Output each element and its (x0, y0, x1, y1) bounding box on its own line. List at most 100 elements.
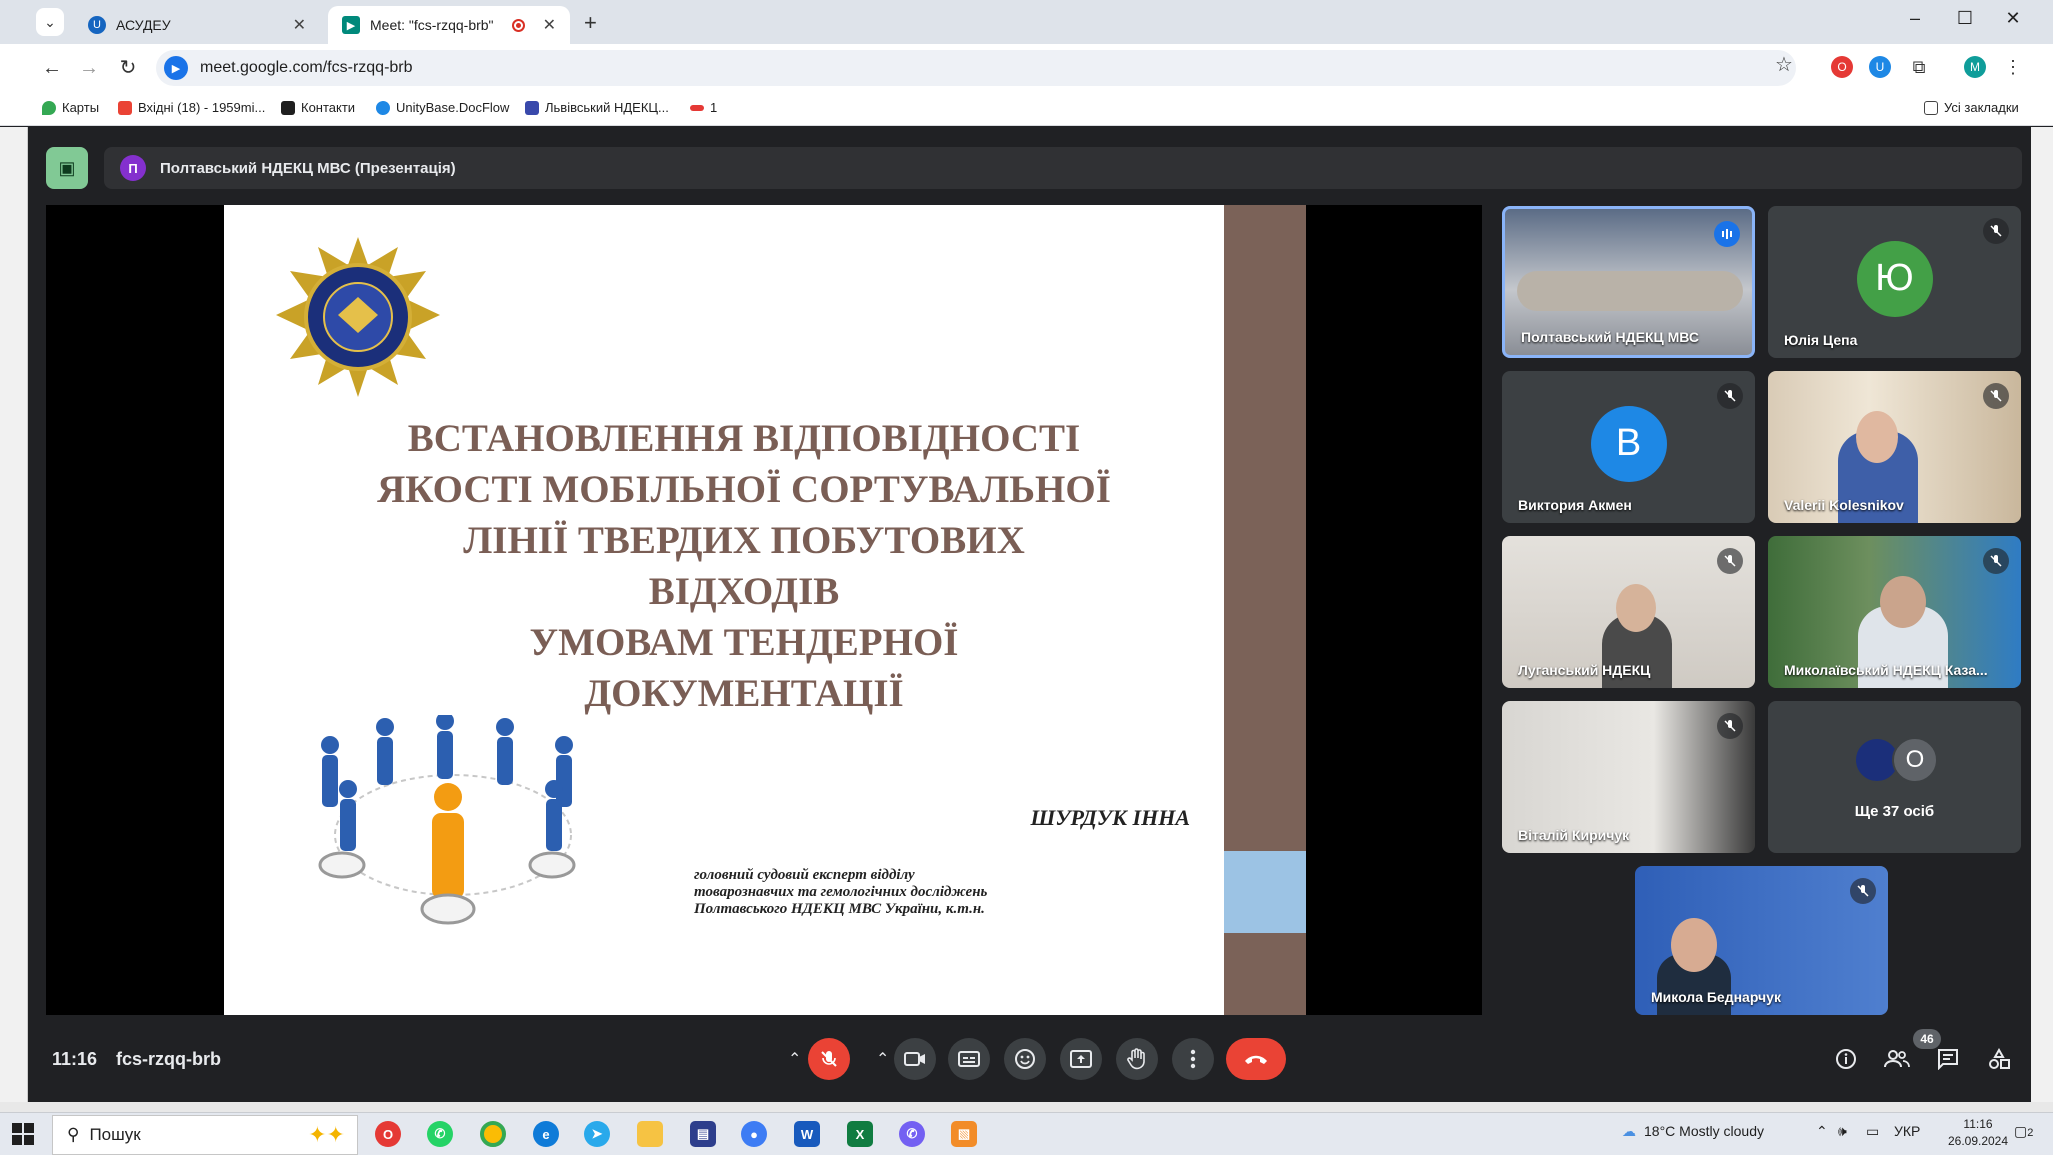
mic-off-icon (1717, 713, 1743, 739)
close-tab-icon[interactable]: ✕ (293, 15, 306, 35)
weather-text: 18°C Mostly cloudy (1644, 1123, 1764, 1139)
excel-taskbar-icon[interactable]: X (847, 1121, 873, 1147)
mic-off-icon (1850, 878, 1876, 904)
viber-taskbar-icon[interactable]: ✆ (899, 1121, 925, 1147)
unitybase-extension-icon[interactable]: U (1869, 56, 1891, 78)
forward-button[interactable]: → (75, 54, 103, 82)
presentation-stage: Встановлення відповідності якості мобіль… (46, 205, 1482, 1015)
notifications-icon[interactable]: ▢2 (2014, 1123, 2033, 1140)
close-tab-icon[interactable]: ✕ (543, 15, 556, 35)
captions-button[interactable] (948, 1038, 990, 1080)
bookmark-label: Вхідні (18) - 1959mi... (138, 100, 266, 115)
minimize-button[interactable]: – (1900, 8, 1930, 29)
activities-icon (1989, 1048, 2010, 1069)
opera-taskbar-icon[interactable]: O (375, 1121, 401, 1147)
bookmark-contacts[interactable]: Контакти (281, 100, 355, 115)
bookmark-lviv[interactable]: Львівський НДЕКЦ... (525, 100, 669, 115)
end-call-icon (1245, 1055, 1267, 1064)
unitybase-icon (376, 100, 390, 115)
network-icon[interactable]: ▭ (1866, 1123, 1879, 1140)
tab-search-button[interactable]: ⌄ (36, 8, 64, 36)
close-window-button[interactable]: ✕ (1998, 8, 2028, 29)
meeting-details-button[interactable] (1828, 1041, 1864, 1077)
site-info-icon[interactable]: ▶ (164, 56, 188, 80)
calendar-app-taskbar-icon[interactable]: ▤ (690, 1121, 716, 1147)
bookmarks-bar: Карты Вхідні (18) - 1959mi... Контакти U… (0, 92, 2053, 126)
participant-tile[interactable]: Миколаївський НДЕКЦ Каза... (1768, 536, 2021, 688)
weather-widget[interactable]: ☁ 18°C Mostly cloudy (1622, 1123, 1764, 1140)
bookmark-star-icon[interactable]: ☆ (1775, 52, 1793, 77)
edge-taskbar-icon[interactable]: e (533, 1121, 559, 1147)
bookmark-maps[interactable]: Карты (42, 100, 99, 115)
telegram-taskbar-icon[interactable]: ➤ (584, 1121, 610, 1147)
messenger-taskbar-icon[interactable]: ● (741, 1121, 767, 1147)
profile-avatar[interactable]: M (1964, 56, 1986, 78)
mic-off-icon (1983, 383, 2009, 409)
all-bookmarks[interactable]: Усі закладки (1924, 100, 2019, 115)
participant-tile[interactable]: Valerii Kolesnikov (1768, 371, 2021, 523)
participant-name: Юлія Цепа (1784, 332, 1858, 348)
people-button[interactable] (1879, 1041, 1915, 1077)
camera-toggle-button[interactable] (894, 1038, 936, 1080)
speaking-indicator-icon (1714, 221, 1740, 247)
maximize-button[interactable]: ☐ (1950, 8, 1980, 29)
participant-tile[interactable]: В Виктория Акмен (1502, 371, 1755, 523)
clock-time: 11:16 (1963, 1117, 1993, 1131)
leave-call-button[interactable] (1226, 1038, 1286, 1080)
mic-toggle-button[interactable] (808, 1038, 850, 1080)
browser-menu-icon[interactable]: ⋮ (2002, 56, 2024, 78)
language-indicator[interactable]: УКР (1894, 1123, 1920, 1139)
reload-button[interactable]: ↻ (114, 54, 142, 82)
reactions-button[interactable] (1004, 1038, 1046, 1080)
address-bar[interactable]: ▶ meet.google.com/fcs-rzqq-brb (156, 50, 1796, 86)
taskbar-clock[interactable]: 11:16 26.09.2024 (1946, 1116, 2010, 1150)
volume-icon[interactable]: 🕪 (1838, 1123, 1847, 1140)
weather-cloud-icon: ☁ (1622, 1123, 1636, 1139)
participant-name: Віталій Киричук (1518, 827, 1630, 843)
slide-title-line: Встановлення відповідності (407, 417, 1081, 460)
video-settings-chevron-icon[interactable]: ⌃ (876, 1049, 889, 1069)
participant-tile[interactable]: Луганський НДЕКЦ (1502, 536, 1755, 688)
desktop: ⌄ U АСУДЕУ ✕ ▶ Meet: "fcs-rzqq-brb" ✕ + … (0, 0, 2053, 1155)
bookmark-unitybase[interactable]: UnityBase.DocFlow (376, 100, 509, 115)
raise-hand-button[interactable] (1116, 1038, 1158, 1080)
meet-favicon-icon: ▶ (342, 16, 360, 34)
app-taskbar-icon[interactable]: ▧ (951, 1121, 977, 1147)
opera-extension-icon[interactable]: O (1831, 56, 1853, 78)
tray-chevron-icon[interactable]: ⌃ (1816, 1123, 1828, 1140)
meet-window: ▣ П Полтавський НДЕКЦ МВС (Презентація) … (28, 127, 2031, 1102)
activities-button[interactable] (1981, 1041, 2017, 1077)
audio-settings-chevron-icon[interactable]: ⌃ (788, 1049, 801, 1069)
more-participants-tile[interactable]: О Ще 37 осіб (1768, 701, 2021, 853)
back-button[interactable]: ← (38, 54, 66, 82)
windows-start-icon[interactable] (12, 1123, 34, 1145)
bookmark-folder-1[interactable]: 1 (690, 100, 717, 115)
present-screen-button[interactable] (1060, 1038, 1102, 1080)
chat-button[interactable] (1930, 1041, 1966, 1077)
word-taskbar-icon[interactable]: W (794, 1121, 820, 1147)
participant-tile[interactable]: Віталій Киричук (1502, 701, 1755, 853)
bookmark-gmail[interactable]: Вхідні (18) - 1959mi... (118, 100, 265, 115)
participant-tile[interactable]: Ю Юлія Цепа (1768, 206, 2021, 358)
file-explorer-taskbar-icon[interactable] (637, 1121, 663, 1147)
url-text: meet.google.com/fcs-rzqq-brb (200, 59, 413, 76)
taskbar-search[interactable]: ⚲ Пошук ✦✦ (52, 1115, 358, 1155)
more-options-button[interactable] (1172, 1038, 1214, 1080)
whatsapp-taskbar-icon[interactable]: ✆ (427, 1121, 453, 1147)
extensions-icon[interactable]: ⧉ (1908, 56, 1930, 78)
people-icon (1884, 1050, 1910, 1068)
browser-tab-strip: ⌄ U АСУДЕУ ✕ ▶ Meet: "fcs-rzqq-brb" ✕ + … (0, 0, 2053, 44)
slide-title: Встановлення відповідності якості мобіль… (374, 413, 1114, 719)
slide-side-accent (1224, 851, 1306, 933)
gmail-icon (118, 100, 132, 115)
participant-video-face (1671, 918, 1717, 972)
participant-tile[interactable]: Полтавський НДЕКЦ МВС (1502, 206, 1755, 358)
new-tab-button[interactable]: + (584, 10, 597, 36)
shield-icon (525, 100, 539, 115)
chrome-taskbar-icon[interactable] (480, 1121, 506, 1147)
present-screen-icon (1070, 1050, 1092, 1068)
tab-asudeu[interactable]: U АСУДЕУ ✕ (74, 6, 320, 44)
present-layout-icon[interactable]: ▣ (46, 147, 88, 189)
tab-meet[interactable]: ▶ Meet: "fcs-rzqq-brb" ✕ (328, 6, 570, 44)
participant-tile[interactable]: Микола Беднарчук (1635, 866, 1888, 1015)
